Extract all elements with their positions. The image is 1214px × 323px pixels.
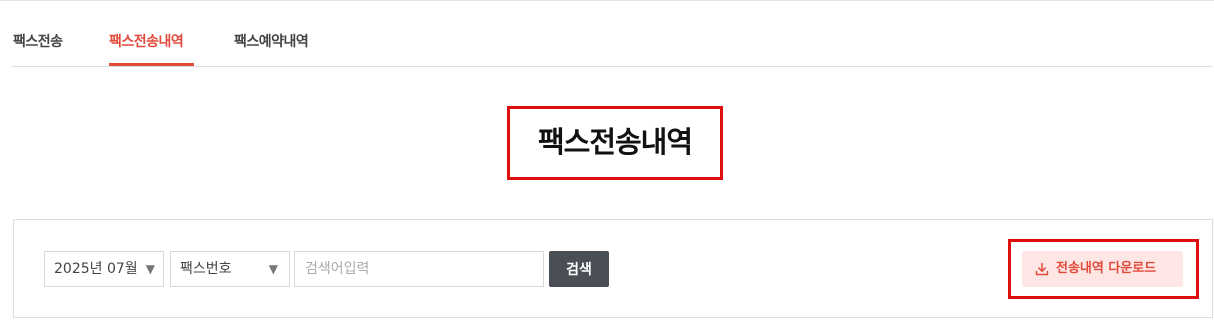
search-input[interactable] (294, 251, 544, 287)
title-highlight-box: 팩스전송내역 (507, 106, 723, 180)
download-highlight-box: 전송내역 다운로드 (1008, 239, 1199, 299)
page-title: 팩스전송내역 (537, 125, 693, 159)
download-history-button[interactable]: 전송내역 다운로드 (1022, 251, 1183, 287)
search-panel: 2025년 07월 ▼ 팩스번호 ▼ 검색 전송내역 다운로드 (13, 219, 1213, 318)
search-type-select-value: 팩스번호 (180, 261, 232, 277)
download-history-label: 전송내역 다운로드 (1056, 261, 1157, 276)
month-select-value: 2025년 07월 (54, 261, 138, 277)
chevron-down-icon: ▼ (145, 262, 155, 276)
active-tab-indicator (109, 63, 194, 66)
download-icon (1035, 262, 1049, 276)
tab-fax-send-history[interactable]: 팩스전송내역 (109, 31, 184, 51)
tab-fax-send[interactable]: 팩스전송 (13, 31, 63, 51)
tab-fax-reservation-history[interactable]: 팩스예약내역 (234, 31, 309, 51)
search-button[interactable]: 검색 (549, 251, 609, 287)
month-select[interactable]: 2025년 07월 ▼ (44, 251, 164, 287)
tab-bar: 팩스전송 팩스전송내역 팩스예약내역 (12, 0, 1212, 67)
chevron-down-icon: ▼ (268, 262, 278, 276)
search-type-select[interactable]: 팩스번호 ▼ (170, 251, 290, 287)
